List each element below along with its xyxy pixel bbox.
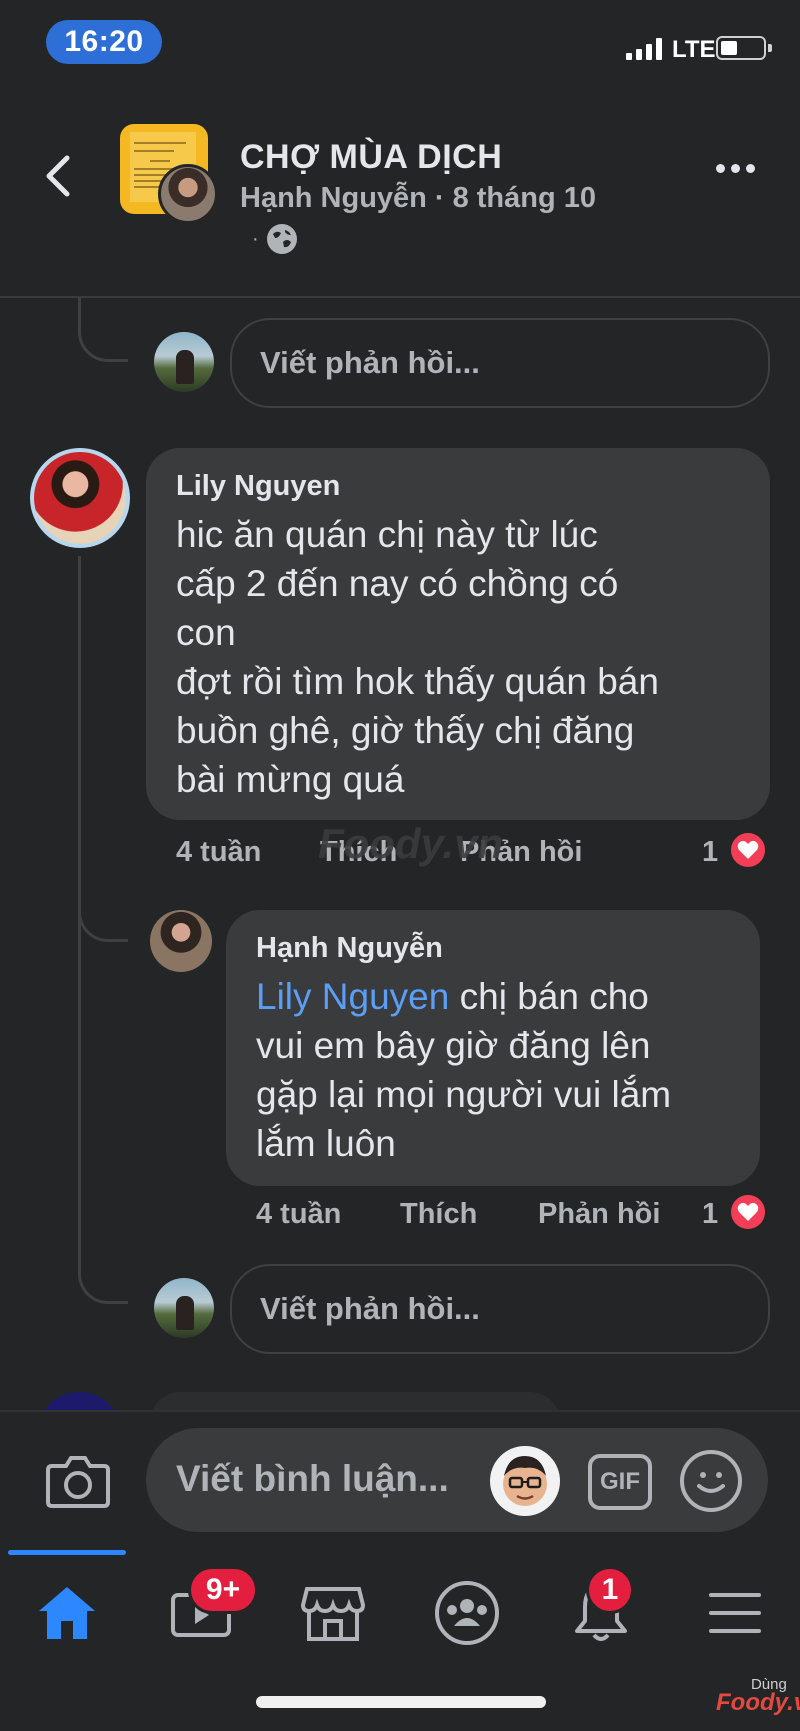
comment-placeholder: Viết bình luận...	[176, 1458, 449, 1499]
commenter-avatar[interactable]	[150, 910, 212, 972]
reply-placeholder: Viết phản hồi...	[260, 345, 480, 380]
reply-input[interactable]: Viết phản hồi...	[230, 1264, 770, 1354]
home-icon	[39, 1587, 95, 1639]
viewer-avatar	[154, 1278, 214, 1338]
poster-avatar[interactable]	[158, 164, 218, 224]
comment-author[interactable]: Hạnh Nguyễn	[256, 932, 443, 965]
heart-icon[interactable]	[728, 1192, 768, 1232]
notification-badge: 1	[586, 1566, 634, 1614]
poster-name[interactable]: Hạnh Nguyễn	[240, 182, 427, 214]
shop-icon	[301, 1587, 365, 1641]
avatar-sticker-icon[interactable]	[490, 1446, 560, 1516]
more-dot-icon	[731, 164, 740, 173]
heart-icon[interactable]	[728, 830, 768, 870]
menu-icon	[709, 1593, 761, 1633]
comment-line: Lily Nguyen chị bán cho	[256, 972, 671, 1021]
battery-icon	[716, 36, 766, 60]
reaction-count[interactable]: 1	[702, 1198, 718, 1231]
corner-watermark-brand: Foody.vn	[716, 1689, 800, 1716]
group-name[interactable]: CHỢ MÙA DỊCH	[240, 138, 502, 177]
post-date[interactable]: 8 tháng 10	[453, 182, 596, 214]
post-meta: Hạnh Nguyễn · 8 tháng 10	[240, 182, 596, 215]
comment-line: con	[176, 612, 236, 653]
reply-button[interactable]: Phản hồi	[538, 1198, 660, 1231]
tab-marketplace[interactable]	[298, 1580, 368, 1646]
viewer-avatar	[154, 332, 214, 392]
tab-home[interactable]	[32, 1580, 102, 1646]
comment-line: vui em bây giờ đăng lên	[256, 1025, 651, 1066]
battery-nub	[768, 44, 772, 52]
comment-age[interactable]: 4 tuần	[176, 836, 261, 869]
mention-link[interactable]: Lily Nguyen	[256, 976, 449, 1017]
watermark-text: Foody.vn	[318, 820, 504, 867]
tab-groups[interactable]	[432, 1580, 502, 1646]
like-button[interactable]: Thích	[400, 1198, 477, 1231]
comment-line: hic ăn quán chị này từ lúc	[176, 514, 598, 555]
comment-line: buồn ghê, giờ thấy chị đăng	[176, 710, 635, 751]
thread-connector	[78, 310, 128, 362]
tab-menu[interactable]	[700, 1580, 770, 1646]
comment-line-rest: chị bán cho	[449, 976, 649, 1017]
commenter-avatar[interactable]	[30, 448, 130, 548]
header-divider	[0, 296, 800, 298]
comment-line: cấp 2 đến nay có chồng có	[176, 563, 619, 604]
comment-text: Lily Nguyen chị bán cho vui em bây giờ đ…	[256, 972, 671, 1168]
comment-author[interactable]: Lily Nguyen	[176, 470, 340, 503]
more-options-button[interactable]	[716, 164, 755, 173]
meta-separator: ·	[434, 182, 445, 214]
camera-icon[interactable]	[46, 1452, 110, 1508]
comment-line: gặp lại mọi người vui lắm	[256, 1074, 672, 1115]
video-badge: 9+	[188, 1566, 258, 1614]
globe-icon	[266, 224, 297, 254]
comment-text: hic ăn quán chị này từ lúc cấp 2 đến nay…	[176, 510, 659, 804]
reply-placeholder: Viết phản hồi...	[260, 1291, 480, 1326]
comment-line: đợt rồi tìm hok thấy quán bán	[176, 661, 659, 702]
corner-watermark: Dùng Foody.vn	[716, 1676, 800, 1716]
status-time: 16:20	[46, 20, 162, 64]
privacy-dot: ·	[252, 227, 259, 250]
comment-age[interactable]: 4 tuần	[256, 1198, 341, 1231]
network-label: LTE	[672, 36, 716, 63]
back-button[interactable]	[36, 148, 80, 204]
thread-connector	[78, 900, 128, 942]
more-dot-icon	[746, 164, 755, 173]
comment-line: bài mừng quá	[176, 759, 405, 800]
thread-line-lower	[78, 940, 81, 1270]
chevron-left-icon	[46, 155, 70, 197]
thread-line-lily	[78, 556, 81, 946]
comment-line: lắm luôn	[256, 1123, 396, 1164]
gif-button[interactable]: GIF	[588, 1454, 652, 1510]
more-dot-icon	[716, 164, 725, 173]
reaction-count[interactable]: 1	[702, 836, 718, 869]
active-tab-indicator	[8, 1550, 126, 1555]
home-indicator	[256, 1696, 546, 1708]
privacy-row: ·	[252, 224, 297, 254]
signal-icon	[626, 38, 662, 60]
emoji-icon[interactable]	[680, 1450, 742, 1512]
thread-connector	[78, 1250, 128, 1304]
groups-icon	[435, 1581, 499, 1645]
reply-input[interactable]: Viết phản hồi...	[230, 318, 770, 408]
